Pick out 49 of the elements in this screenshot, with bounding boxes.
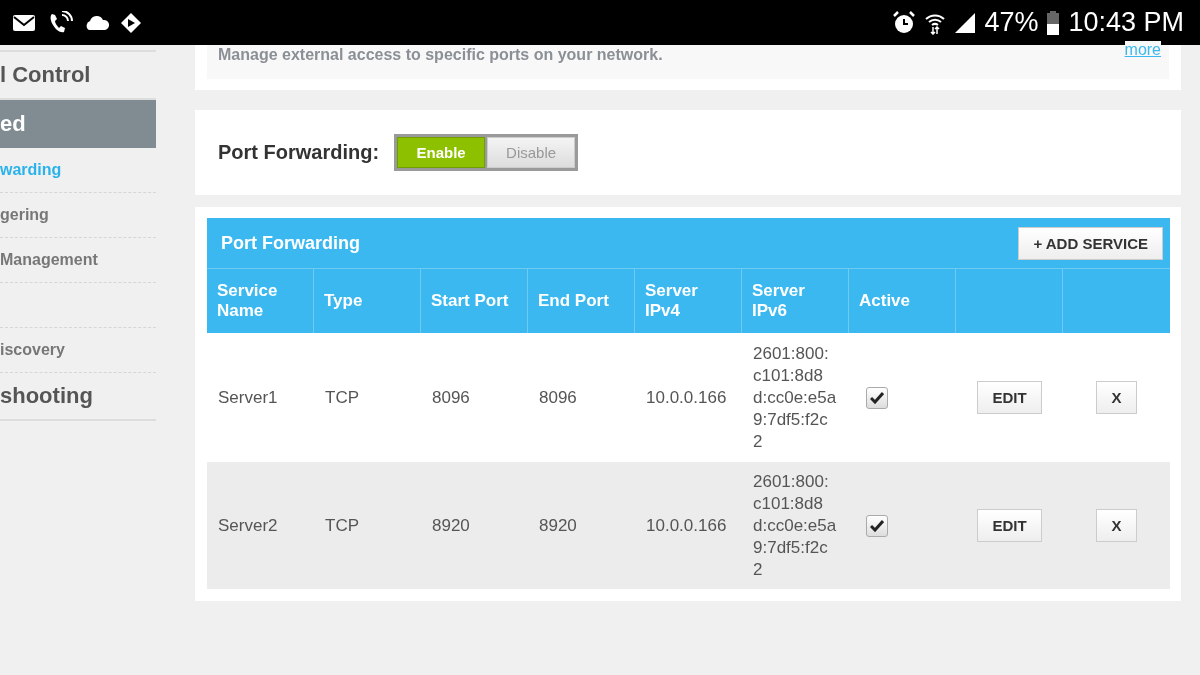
column-header: Start Port (431, 291, 509, 311)
table-cell: 8920 (432, 515, 470, 536)
sidebar-item[interactable]: Management (0, 238, 156, 283)
play-diamond-icon (120, 11, 142, 34)
toggle-option[interactable]: Disable (487, 137, 576, 168)
intro-text: Manage external access to specific ports on your network. (218, 46, 663, 64)
table-cell: 10.0.0.166 (646, 387, 727, 408)
table-cell: 2601:800:c101:8d8d:cc0e:e5a9:7df5:f2c2 (753, 470, 837, 581)
edit-button[interactable]: EDIT (977, 509, 1042, 542)
column-header: End Port (538, 291, 609, 311)
sidebar-item[interactable]: warding (0, 148, 156, 193)
column-header: Server IPv4 (645, 281, 699, 321)
battery-percent: 47% (984, 7, 1039, 38)
more-link[interactable]: more (1124, 41, 1161, 59)
column-header: Active (859, 291, 911, 311)
mail-icon (12, 12, 38, 33)
add-service-button[interactable]: + ADD SERVICE (1018, 226, 1163, 260)
cloud-icon (84, 14, 110, 31)
column-header: Service Name (217, 281, 279, 321)
edit-button[interactable]: EDIT (977, 381, 1042, 414)
signal-icon (954, 11, 977, 34)
table-cell: 10.0.0.166 (646, 515, 727, 536)
sidebar-item[interactable]: gering (0, 193, 156, 238)
checkmark-icon (870, 391, 884, 404)
clock-time: 10:43 PM (1068, 7, 1184, 38)
toggle-option[interactable]: Enable (397, 137, 486, 168)
delete-button[interactable]: X (1096, 509, 1137, 542)
sidebar-item[interactable]: iscovery (0, 328, 156, 373)
active-checkbox[interactable] (866, 514, 888, 537)
sidebar-section[interactable]: ed (0, 100, 156, 148)
toggle-label: Port Forwarding: (218, 141, 380, 164)
checkmark-icon (870, 519, 884, 532)
table-title: Port Forwarding (221, 232, 360, 254)
delete-button[interactable]: X (1096, 381, 1137, 414)
battery-icon (1046, 10, 1061, 35)
column-header: Server IPv6 (752, 281, 806, 321)
active-checkbox[interactable] (866, 386, 888, 409)
table-cell: TCP (325, 515, 359, 536)
table-cell: 8096 (539, 387, 577, 408)
table-cell: 8920 (539, 515, 577, 536)
table-cell: 2601:800:c101:8d8d:cc0e:e5a9:7df5:f2c2 (753, 342, 837, 453)
column-header: Type (324, 291, 363, 311)
table-cell: Server2 (218, 515, 278, 536)
phone-icon (48, 10, 74, 35)
sidebar-section[interactable]: shooting (0, 373, 156, 421)
table-cell: Server1 (218, 387, 278, 408)
table-cell: TCP (325, 387, 359, 408)
table-cell: 8096 (432, 387, 470, 408)
alarm-icon (892, 10, 917, 35)
